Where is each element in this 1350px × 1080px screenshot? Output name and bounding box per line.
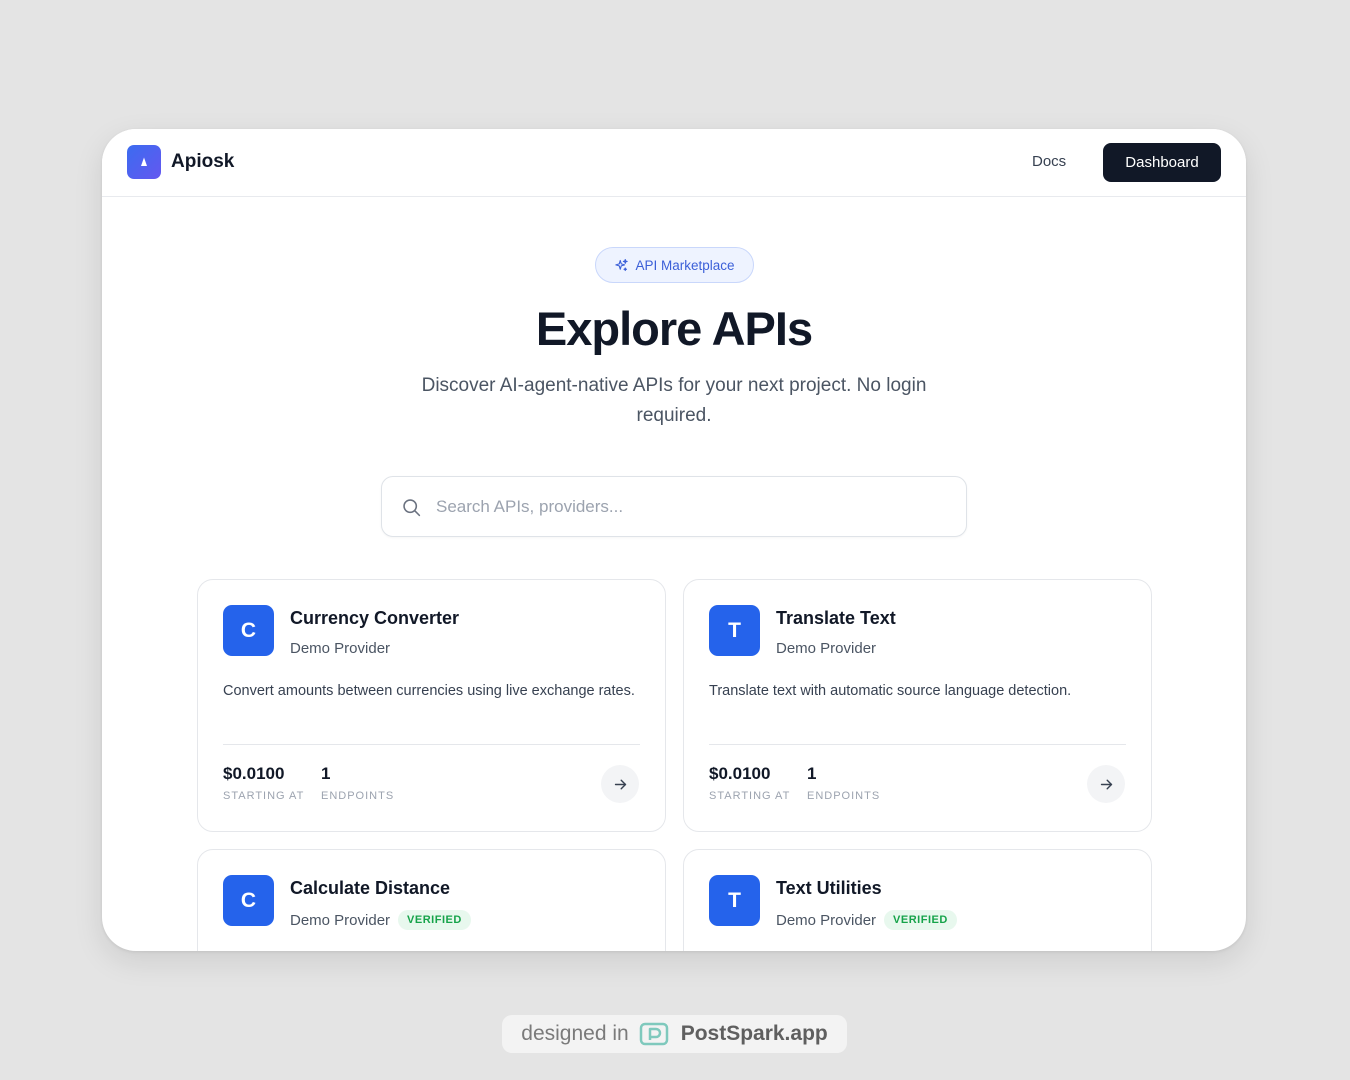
browser-frame: Apiosk Docs Dashboard API Marketplace Ex… [102,129,1246,951]
sparkles-icon [615,258,629,271]
arrow-right-icon [1100,779,1112,789]
api-card-currency-converter[interactable]: C Currency Converter Demo Provider Conve… [197,579,666,832]
api-name[interactable]: Text Utilities [776,878,882,899]
watermark-prefix: designed in [521,1022,629,1045]
apiosk-logo-icon[interactable] [127,145,161,179]
provider-name: Demo Provider [776,911,877,929]
api-marketplace-badge: API Marketplace [595,247,754,283]
price-label: STARTING AT [223,790,305,802]
provider-row: Demo Provider VERIFIED [776,910,957,930]
verified-badge: VERIFIED [884,910,957,930]
endpoints-value: 1 [807,764,817,783]
provider-row: Demo Provider VERIFIED [290,910,471,930]
endpoints-label: ENDPOINTS [807,790,881,802]
endpoints-label: ENDPOINTS [321,790,395,802]
price-value: $0.0100 [709,764,771,783]
brand-name[interactable]: Apiosk [171,151,234,173]
search-icon [403,499,421,517]
search-box[interactable] [381,476,967,537]
api-card-calculate-distance[interactable]: C Calculate Distance Demo Provider VERIF… [197,849,666,951]
watermark-brand: PostSpark.app [680,1022,828,1045]
price-value: $0.0100 [223,764,285,783]
api-initial-avatar: T [709,875,760,926]
postspark-logo-icon [639,1022,668,1046]
api-description: Translate text with automatic source lan… [709,683,1072,699]
price-label: STARTING AT [709,790,791,802]
api-name[interactable]: Currency Converter [290,608,459,629]
open-api-button[interactable] [1087,765,1125,803]
api-name[interactable]: Translate Text [776,608,896,629]
open-api-button[interactable] [601,765,639,803]
badge-label: API Marketplace [635,257,735,273]
api-initial-avatar: C [223,875,274,926]
top-navigation-bar: Apiosk Docs Dashboard [102,129,1246,197]
postspark-watermark: designed in PostSpark.app [502,1015,847,1053]
provider-name: Demo Provider [290,640,391,657]
search-input[interactable] [436,477,946,536]
endpoints-value: 1 [321,764,331,783]
verified-badge: VERIFIED [398,910,471,930]
provider-name: Demo Provider [776,640,877,657]
page-title: Explore APIs [535,302,813,355]
arrow-right-icon [614,779,626,789]
api-initial-avatar: C [223,605,274,656]
api-card-text-utilities[interactable]: T Text Utilities Demo Provider VERIFIED [683,849,1152,951]
api-card-translate-text[interactable]: T Translate Text Demo Provider Translate… [683,579,1152,832]
dashboard-button[interactable]: Dashboard [1103,143,1221,182]
page-subtitle: Discover AI-agent-native APIs for your n… [421,375,927,426]
provider-row: Demo Provider [776,640,876,657]
provider-name: Demo Provider [290,911,391,929]
card-divider [223,744,640,745]
api-description: Convert amounts between currencies using… [223,683,635,699]
api-initial-avatar: T [709,605,760,656]
api-name[interactable]: Calculate Distance [290,878,450,899]
card-divider [709,744,1126,745]
docs-link[interactable]: Docs [1032,153,1066,170]
provider-row: Demo Provider [290,640,390,657]
